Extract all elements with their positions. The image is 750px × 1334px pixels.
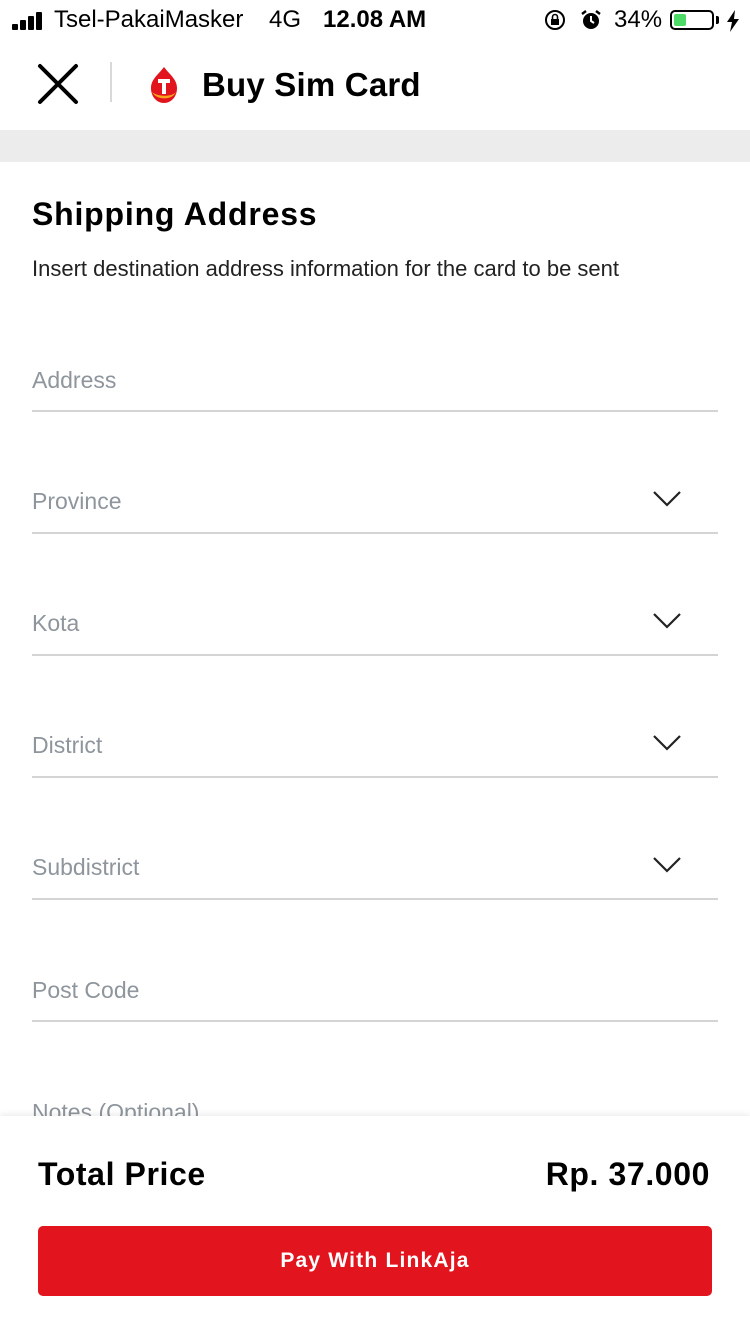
status-time: 12.08 AM: [323, 6, 427, 33]
battery-percent: 34%: [614, 6, 663, 33]
section-separator: [0, 130, 750, 162]
network-type: 4G: [269, 6, 302, 33]
checkout-footer: Total Price Rp. 37.000 Pay With LinkAja: [0, 1116, 750, 1334]
header-divider: [110, 62, 112, 102]
subdistrict-select[interactable]: Subdistrict: [32, 840, 718, 900]
battery-fill: [674, 14, 686, 26]
close-icon[interactable]: [36, 62, 80, 106]
province-label: Province: [32, 488, 122, 514]
page-title: Buy Sim Card: [202, 66, 421, 103]
shipping-form: Shipping Address Insert destination addr…: [0, 162, 750, 1122]
postcode-input[interactable]: [32, 962, 632, 1018]
carrier-name: Tsel-PakaiMasker: [54, 6, 244, 33]
section-title: Shipping Address: [32, 196, 318, 232]
district-select[interactable]: District: [32, 718, 718, 778]
chevron-down-icon: [653, 613, 681, 629]
signal-icon: [12, 12, 46, 30]
total-price-label: Total Price: [38, 1156, 206, 1192]
province-select[interactable]: Province: [32, 474, 718, 534]
postcode-field: [32, 962, 718, 1022]
battery-icon: [670, 10, 714, 30]
address-field: [32, 352, 718, 412]
app-header: Buy Sim Card: [0, 42, 750, 130]
total-price-value: Rp. 37.000: [545, 1156, 710, 1192]
chevron-down-icon: [653, 735, 681, 751]
address-input[interactable]: [32, 352, 632, 408]
kota-label: Kota: [32, 610, 80, 636]
district-label: District: [32, 732, 103, 758]
chevron-down-icon: [653, 857, 681, 873]
pay-with-linkaja-button[interactable]: Pay With LinkAja: [38, 1226, 712, 1296]
section-subtitle: Insert destination address information f…: [32, 256, 619, 281]
rotation-lock-icon: [545, 10, 565, 30]
telkomsel-logo-icon: [151, 67, 177, 103]
subdistrict-label: Subdistrict: [32, 854, 140, 880]
status-bar: Tsel-PakaiMasker 4G 12.08 AM 34%: [0, 0, 750, 42]
chevron-down-icon: [653, 491, 681, 507]
alarm-icon: [581, 10, 601, 29]
charging-bolt-icon: [727, 10, 739, 32]
kota-select[interactable]: Kota: [32, 596, 718, 656]
battery-nub: [716, 16, 719, 24]
